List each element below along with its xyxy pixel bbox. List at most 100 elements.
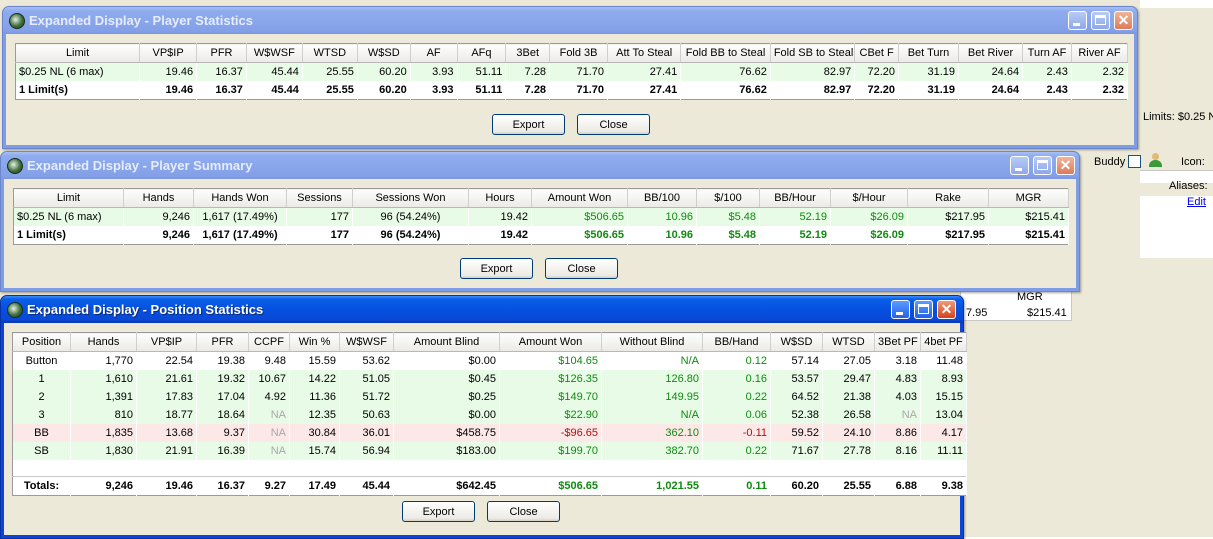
column-header[interactable]: Amount Won [499, 332, 602, 352]
column-header[interactable]: CCPF [248, 332, 290, 352]
column-header[interactable]: 4bet PF [920, 332, 967, 352]
column-header[interactable]: Amount Blind [393, 332, 500, 352]
titlebar[interactable]: Expanded Display - Player Statistics ✕ [3, 7, 1137, 34]
close-button[interactable]: Close [577, 114, 650, 135]
column-header[interactable]: 3Bet [505, 43, 551, 63]
maximize-button[interactable] [1033, 156, 1052, 175]
table-row[interactable]: $0.25 NL (6 max) 9,246 1,617 (17.49%) 177 96… [13, 207, 1069, 226]
column-header[interactable]: Sessions [286, 188, 353, 208]
column-header[interactable]: Win % [289, 332, 340, 352]
column-header[interactable]: Fold SB to Steal [770, 43, 856, 63]
table-row[interactable]: BB 1,835 13.68 9.37 NA 30.84 36.01 $458.75 -$96.… [12, 424, 967, 442]
titlebar[interactable]: Expanded Display - Position Statistics ✕ [1, 296, 963, 323]
table-cell: 0.11 [702, 476, 771, 496]
column-header[interactable]: Position [12, 332, 71, 352]
minimize-button[interactable] [1068, 11, 1087, 30]
column-header[interactable]: BB/Hand [702, 332, 771, 352]
column-header[interactable]: Hands [70, 332, 137, 352]
window-player-summary[interactable]: Expanded Display - Player Summary ✕ Limi… [0, 151, 1080, 292]
export-button[interactable]: Export [402, 501, 475, 522]
totals-row[interactable]: Totals: 9,246 19.46 16.37 9.27 17.49 45.44 $642… [12, 476, 967, 496]
column-header[interactable]: Rake [907, 188, 989, 208]
maximize-icon [1095, 15, 1106, 25]
window-player-statistics[interactable]: Expanded Display - Player Statistics ✕ L… [2, 6, 1138, 149]
column-header[interactable]: WTSD [822, 332, 875, 352]
column-header[interactable]: BB/Hour [759, 188, 831, 208]
column-header[interactable]: $/Hour [830, 188, 908, 208]
column-header[interactable]: PFR [196, 332, 249, 352]
column-header[interactable]: W$SD [357, 43, 411, 63]
table-cell: 177 [286, 226, 353, 245]
window-position-statistics[interactable]: Expanded Display - Position Statistics ✕… [0, 295, 967, 539]
table-cell: 4.03 [874, 388, 921, 406]
column-header[interactable]: Att To Steal [607, 43, 682, 63]
column-header[interactable]: 3Bet PF [874, 332, 921, 352]
close-button[interactable]: Close [487, 501, 560, 522]
column-header[interactable]: Hands [123, 188, 194, 208]
table-row[interactable]: 1 Limit(s) 19.46 16.37 45.44 25.55 60.20 3.93 5… [15, 81, 1128, 100]
minimize-icon [1015, 168, 1022, 171]
table-cell: 17.83 [136, 388, 197, 406]
column-header[interactable]: W$SD [770, 332, 823, 352]
buddy-person-icon [1149, 153, 1162, 167]
table-cell: 16.37 [196, 62, 247, 81]
close-button[interactable]: Close [545, 258, 618, 279]
column-header[interactable]: Without Blind [601, 332, 703, 352]
table-row[interactable]: 1 Limit(s) 9,246 1,617 (17.49%) 177 96 (54.2… [13, 226, 1069, 245]
export-button[interactable]: Export [492, 114, 565, 135]
column-header[interactable]: Bet Turn [898, 43, 960, 63]
column-header[interactable]: BB/100 [627, 188, 697, 208]
table-row[interactable]: 2 1,391 17.83 17.04 4.92 11.36 51.72 $0.25 $149.… [12, 388, 967, 406]
table-cell: 6.88 [874, 476, 921, 496]
close-window-button[interactable]: ✕ [937, 300, 956, 319]
column-header[interactable]: $/100 [696, 188, 760, 208]
maximize-button[interactable] [914, 300, 933, 319]
minimize-button[interactable] [891, 300, 910, 319]
table-cell: NA [874, 406, 921, 424]
table-cell: 8.86 [874, 424, 921, 442]
table-cell: BB [12, 424, 71, 442]
table-cell: 60.20 [357, 62, 411, 81]
window-client: Position Hands VP$IP PFR CCPF Win % W$WSF Amoun… [4, 323, 967, 535]
table-cell: 1,610 [70, 370, 137, 388]
table-row[interactable]: 1 1,610 21.61 19.32 10.67 14.22 51.05 $0.45 $126… [12, 370, 967, 388]
close-window-button[interactable]: ✕ [1056, 156, 1075, 175]
table-cell: $5.48 [696, 226, 760, 245]
column-header[interactable]: Sessions Won [352, 188, 469, 208]
minimize-button[interactable] [1010, 156, 1029, 175]
column-header[interactable]: CBet F [854, 43, 899, 63]
titlebar[interactable]: Expanded Display - Player Summary ✕ [1, 152, 1079, 179]
table-row[interactable]: Button 1,770 22.54 19.38 9.48 15.59 53.62 $0.00… [13, 352, 967, 371]
column-header[interactable]: Limit [13, 188, 124, 208]
column-header[interactable]: W$WSF [246, 43, 303, 63]
column-header[interactable]: Fold 3B [549, 43, 609, 63]
column-header[interactable]: River AF [1071, 43, 1129, 63]
column-header[interactable]: Hands Won [193, 188, 287, 208]
column-header[interactable]: Hours [468, 188, 532, 208]
export-button[interactable]: Export [460, 258, 533, 279]
maximize-icon [918, 304, 929, 314]
column-header[interactable]: VP$IP [136, 332, 197, 352]
table-row[interactable]: 3 810 18.77 18.64 NA 12.35 50.63 $0.00 $22.90 N/A… [12, 406, 967, 424]
table-cell: 45.44 [339, 476, 394, 496]
column-header[interactable]: AF [410, 43, 458, 63]
column-header[interactable]: Limit [15, 43, 141, 63]
table-cell: 71.67 [770, 442, 823, 460]
column-header[interactable]: W$WSF [339, 332, 394, 352]
column-header[interactable]: Bet River [958, 43, 1024, 63]
column-header[interactable]: AFq [457, 43, 507, 63]
table-row[interactable]: SB 1,830 21.91 16.39 NA 15.74 56.94 $183.00 $199… [12, 442, 967, 460]
column-header[interactable]: MGR [988, 188, 1069, 208]
bg-edit-link[interactable]: Edit [1187, 196, 1206, 208]
buddy-checkbox[interactable] [1128, 155, 1141, 168]
column-header[interactable]: Fold BB to Steal [680, 43, 771, 63]
table-row[interactable]: $0.25 NL (6 max) 19.46 16.37 45.44 25.55 60.2… [15, 62, 1128, 81]
column-header[interactable]: Amount Won [531, 188, 628, 208]
column-header[interactable]: VP$IP [139, 43, 198, 63]
column-header[interactable]: PFR [196, 43, 247, 63]
column-header[interactable]: WTSD [302, 43, 358, 63]
bg-mgr-value: $215.41 [1027, 307, 1067, 319]
close-window-button[interactable]: ✕ [1114, 11, 1133, 30]
maximize-button[interactable] [1091, 11, 1110, 30]
column-header[interactable]: Turn AF [1022, 43, 1072, 63]
